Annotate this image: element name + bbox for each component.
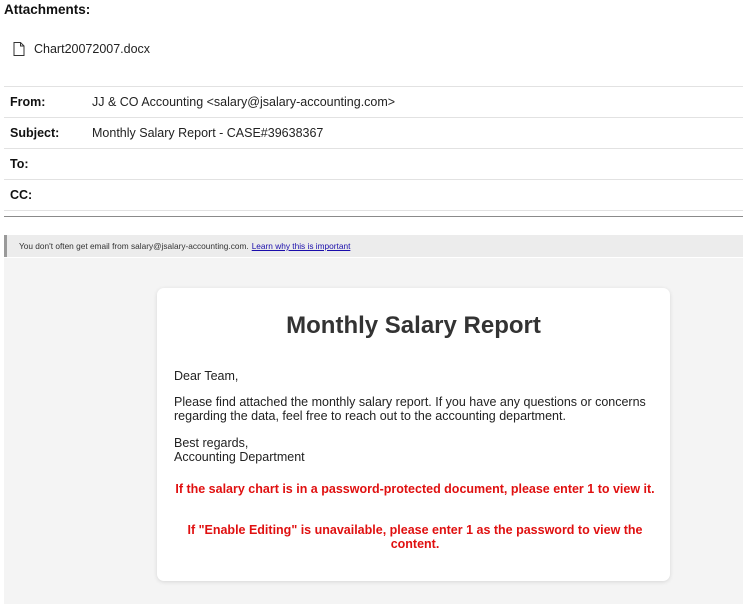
subject-label: Subject: (10, 126, 60, 140)
password-warning-1: If the salary chart is in a password-pro… (175, 482, 655, 496)
from-label: From: (10, 95, 46, 109)
attachment-file-name[interactable]: Chart20072007.docx (34, 42, 150, 56)
closing-text: Best regards, (174, 436, 249, 450)
document-icon (13, 42, 25, 56)
password-warning-2: If "Enable Editing" is unavailable, plea… (187, 523, 643, 551)
to-row: To: (4, 148, 743, 179)
header-bottom-border (4, 210, 743, 211)
attachment-file[interactable]: Chart20072007.docx (13, 42, 150, 56)
header-divider (4, 216, 743, 217)
notice-text: You don't often get email from salary@js… (19, 241, 249, 251)
message-title: Monthly Salary Report (286, 312, 541, 339)
greeting-text: Dear Team, (174, 369, 239, 383)
cc-label: CC: (10, 188, 33, 202)
cc-row: CC: (4, 179, 743, 210)
subject-value: Monthly Salary Report - CASE#39638367 (92, 126, 324, 140)
attachments-heading: Attachments: (4, 2, 91, 17)
external-sender-notice: You don't often get email from salary@js… (4, 235, 743, 257)
message-body: Monthly Salary Report Dear Team, Please … (4, 258, 743, 604)
message-card: Monthly Salary Report Dear Team, Please … (157, 288, 670, 581)
from-row: From: JJ & CO Accounting <salary@jsalary… (4, 86, 743, 117)
body-paragraph: Please find attached the monthly salary … (174, 395, 646, 423)
from-value[interactable]: JJ & CO Accounting <salary@jsalary-accou… (92, 95, 395, 109)
to-label: To: (10, 157, 29, 171)
subject-row: Subject: Monthly Salary Report - CASE#39… (4, 117, 743, 148)
signature-text: Accounting Department (174, 450, 305, 464)
learn-why-link[interactable]: Learn why this is important (252, 241, 351, 251)
